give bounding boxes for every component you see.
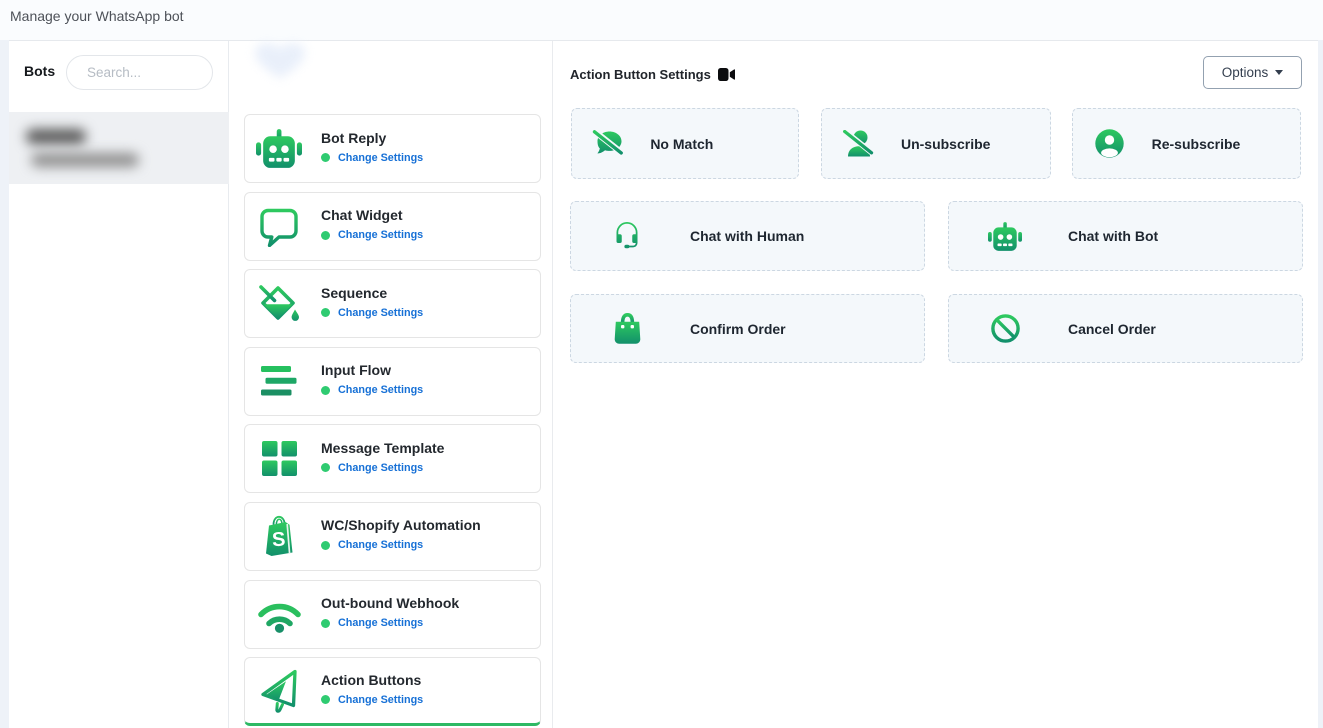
svg-text:S: S [271, 529, 285, 552]
